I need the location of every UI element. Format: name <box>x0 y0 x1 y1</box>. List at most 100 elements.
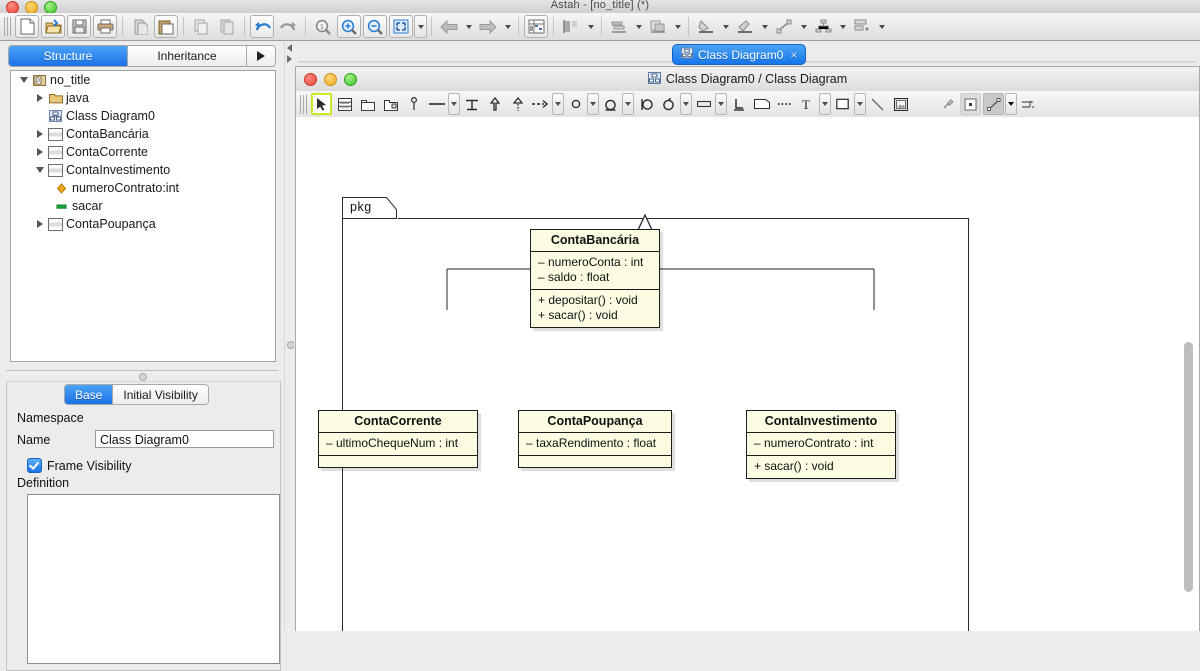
forward-icon[interactable] <box>476 15 500 38</box>
expand-toggle[interactable] <box>33 148 47 156</box>
datatype-tool[interactable] <box>693 93 714 115</box>
distribute-icon[interactable] <box>607 15 631 38</box>
datatype-dropdown-arrow[interactable] <box>715 93 727 115</box>
tree-item-containvestimento[interactable]: ContaInvestimento <box>11 161 275 179</box>
image-tool[interactable] <box>890 93 911 115</box>
copy-diagram-icon[interactable] <box>215 15 239 38</box>
class-box-contabancaria[interactable]: ContaBancária – numeroConta : int – sald… <box>530 229 660 328</box>
rectangle-dropdown-arrow[interactable] <box>854 93 866 115</box>
auto-layout-icon[interactable] <box>811 15 835 38</box>
align-icon[interactable] <box>559 15 583 38</box>
tree-item-sacar[interactable]: sacar <box>11 197 275 215</box>
tab-structure[interactable]: Structure <box>9 46 128 66</box>
scrollbar-thumb[interactable] <box>1184 342 1193 592</box>
dependency-dropdown-arrow[interactable] <box>552 93 564 115</box>
class-box-contapoupanca[interactable]: ContaPoupança – taxaRendimento : float <box>518 410 672 468</box>
tree-item-contabancaria[interactable]: ContaBancária <box>11 125 275 143</box>
zoom-dropdown-arrow[interactable] <box>414 15 427 38</box>
class-box-containvestimento[interactable]: ContaInvestimento – numeroContrato : int… <box>746 410 896 479</box>
auto-resize-tool[interactable] <box>1018 93 1039 115</box>
new-icon[interactable] <box>15 15 39 38</box>
copy-icon[interactable] <box>189 15 213 38</box>
zoom-actual-icon[interactable]: 1 <box>311 15 335 38</box>
horizontal-splitter[interactable] <box>6 370 278 381</box>
cut-icon[interactable] <box>128 15 152 38</box>
package-frame-tab[interactable]: pkg <box>342 197 398 219</box>
definition-textarea[interactable] <box>27 494 280 664</box>
splitter-handle[interactable] <box>139 373 147 381</box>
forward-dropdown-arrow[interactable] <box>501 15 514 38</box>
class-tool[interactable] <box>334 93 355 115</box>
port-dropdown-arrow[interactable] <box>680 93 692 115</box>
open-icon[interactable] <box>41 15 65 38</box>
expand-toggle[interactable] <box>33 130 47 138</box>
port-tool[interactable] <box>658 93 679 115</box>
lollipop-dropdown-arrow[interactable] <box>622 93 634 115</box>
dependency-tool[interactable] <box>530 93 551 115</box>
template-tool[interactable] <box>728 93 749 115</box>
order-dropdown-arrow[interactable] <box>671 15 684 38</box>
notation-dropdown-arrow[interactable] <box>875 15 888 38</box>
close-icon[interactable]: × <box>790 48 797 62</box>
tab-inheritance[interactable]: Inheritance <box>128 46 247 66</box>
name-field[interactable]: Class Diagram0 <box>95 430 274 448</box>
auto-layout-dropdown-arrow[interactable] <box>836 15 849 38</box>
association-dropdown-arrow[interactable] <box>448 93 460 115</box>
fill-color-icon[interactable] <box>694 15 718 38</box>
association-tool[interactable] <box>426 93 447 115</box>
tab-initial-visibility[interactable]: Initial Visibility <box>113 385 208 404</box>
tree-item-class-diagram0[interactable]: Class Diagram0 <box>11 107 275 125</box>
canvas-vertical-scrollbar[interactable] <box>1181 172 1196 628</box>
notation-icon[interactable] <box>850 15 874 38</box>
zoom-out-icon[interactable] <box>363 15 387 38</box>
order-icon[interactable] <box>646 15 670 38</box>
subsystem-tool[interactable] <box>380 93 401 115</box>
tree-item-contapoupanca[interactable]: ContaPoupança <box>11 215 275 233</box>
line-tool[interactable] <box>867 93 888 115</box>
line-color-dropdown-arrow[interactable] <box>758 15 771 38</box>
select-tool[interactable] <box>311 93 332 115</box>
paste-icon[interactable] <box>154 15 178 38</box>
matrix-icon[interactable] <box>524 15 548 38</box>
required-interface-tool[interactable] <box>635 93 656 115</box>
frame-visibility-checkbox[interactable] <box>27 458 42 473</box>
note-tool[interactable] <box>751 93 772 115</box>
structure-tree[interactable]: P no_title java Class Diagram0 ContaBanc… <box>10 70 276 362</box>
line-shape-tool[interactable] <box>983 93 1004 115</box>
package-tool[interactable] <box>357 93 378 115</box>
diagram-toolbar-drag-handle[interactable] <box>300 94 307 114</box>
tree-item-contacorrente[interactable]: ContaCorrente <box>11 143 275 161</box>
aggregation-tool[interactable] <box>461 93 482 115</box>
text-tool[interactable]: T <box>797 93 818 115</box>
center-tool[interactable] <box>960 93 981 115</box>
diagram-canvas[interactable]: pkg ContaBancária – numeroConta: int – … <box>296 117 1199 631</box>
redo-icon[interactable] <box>276 15 300 38</box>
line-shape-dropdown-arrow[interactable] <box>1005 93 1017 115</box>
realization-tool[interactable] <box>507 93 528 115</box>
collapse-left-arrow-icon[interactable] <box>287 44 292 52</box>
lollipop-tool[interactable] <box>600 93 621 115</box>
frame-visibility-row[interactable]: Frame Visibility <box>27 458 132 473</box>
print-icon[interactable] <box>93 15 117 38</box>
line-color-icon[interactable] <box>733 15 757 38</box>
back-icon[interactable] <box>437 15 461 38</box>
tree-item-numerocontrato[interactable]: numeroContrato:int <box>11 179 275 197</box>
toolbar-drag-handle[interactable] <box>4 17 11 36</box>
document-tab-class-diagram0[interactable]: Class Diagram0 × <box>672 44 807 65</box>
class-box-contacorrente[interactable]: ContaCorrente – ultimoChequeNum : int <box>318 410 478 468</box>
expand-toggle[interactable] <box>33 167 47 173</box>
undo-icon[interactable] <box>250 15 274 38</box>
line-style-icon[interactable] <box>772 15 796 38</box>
rectangle-tool[interactable] <box>832 93 853 115</box>
sidebar-tab-overflow-button[interactable] <box>247 46 275 66</box>
note-anchor-tool[interactable] <box>774 93 795 115</box>
generalization-tool[interactable] <box>484 93 505 115</box>
expand-toggle[interactable] <box>33 94 47 102</box>
text-dropdown-arrow[interactable] <box>819 93 831 115</box>
save-icon[interactable] <box>67 15 91 38</box>
zoom-in-icon[interactable] <box>337 15 361 38</box>
instance-tool[interactable] <box>403 93 424 115</box>
diagram-canvas-surface[interactable]: pkg ContaBancária – numeroConta: int – … <box>296 117 1199 631</box>
line-style-dropdown-arrow[interactable] <box>797 15 810 38</box>
interface-tool[interactable] <box>565 93 586 115</box>
